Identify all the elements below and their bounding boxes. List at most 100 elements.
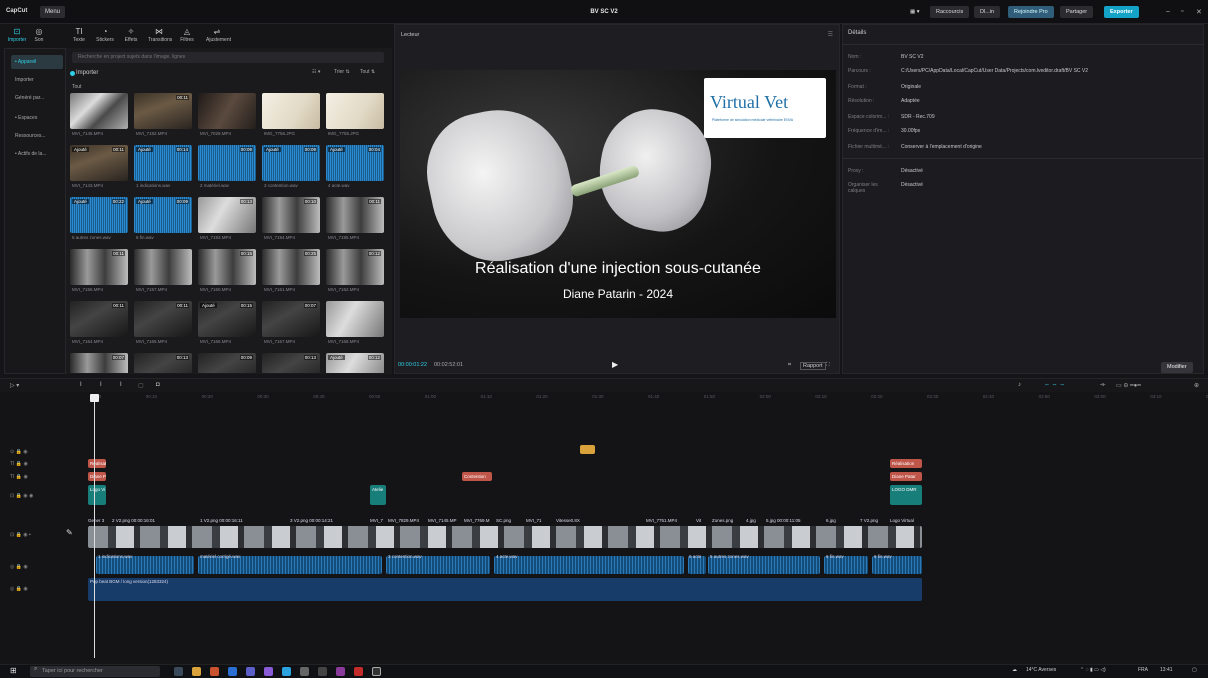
system-tray-icons[interactable]: ⌃ ◌ ▮ ▭ ◁) [1080, 667, 1106, 673]
text-clip[interactable]: Diane P [88, 472, 106, 481]
download-status[interactable]: Dl...in [974, 6, 1001, 18]
layout-icon[interactable]: ▦ ▾ [904, 6, 926, 18]
media-item[interactable]: 00:13MVI_7170.MP4 [134, 353, 192, 373]
sidebar-item-import[interactable]: Importer [11, 73, 63, 87]
tab-effects[interactable]: ✧ Effets [120, 27, 142, 43]
bgm-clip[interactable]: Pop beat BGM / long version(1283324) [88, 578, 922, 601]
app-icon[interactable] [210, 667, 219, 676]
media-item[interactable]: 00:15 MVI_7160.MP4 [198, 249, 256, 293]
media-search-input[interactable]: Recherche en project sujets dans l'image… [72, 52, 384, 63]
clock[interactable]: 13:41 [1160, 667, 1173, 673]
video-clip-label[interactable]: Zones.png [712, 518, 733, 523]
app-icon[interactable] [318, 667, 327, 676]
delete-icon[interactable]: ▢ [138, 382, 144, 389]
media-item[interactable]: IMG_7756.JPG [262, 93, 320, 137]
video-clip-label[interactable]: MVI_7751.MP4 [646, 518, 677, 523]
edit-cover-icon[interactable]: ✎ [66, 528, 73, 537]
view-mode-button[interactable]: ☷ ▾ [312, 69, 320, 75]
media-item[interactable]: Ajouté 00:09 3 contention.wav [262, 145, 320, 189]
minimize-icon[interactable]: – [1166, 8, 1170, 15]
video-clip-label[interactable]: 1 V2.png 00:00:16:11 [200, 518, 243, 523]
app-icon[interactable] [372, 667, 381, 676]
video-clip-label[interactable]: MVI_7829.MP4 [388, 518, 419, 523]
split-icon[interactable]: I [80, 382, 82, 388]
media-item[interactable]: 00:07MVI_7169.MP4 [70, 353, 128, 373]
video-clip-label[interactable]: 2 V2.png 00:00:16:01 [112, 518, 155, 523]
close-icon[interactable]: ✕ [1196, 8, 1202, 16]
video-clip-label[interactable]: 4.jpg [746, 518, 756, 523]
track-header-text[interactable]: TI 🔒 ◉ [10, 461, 28, 467]
media-item[interactable]: Ajouté 00:11 MVI_7143.MP4 [70, 145, 128, 189]
playhead[interactable] [94, 396, 95, 658]
video-clip-label[interactable]: 3 V2.png 00:00:14:21 [290, 518, 333, 523]
microphone-icon[interactable]: ♪ [1018, 382, 1021, 388]
export-button[interactable]: Exporter [1104, 6, 1139, 18]
video-clip-label[interactable]: 6.jpg [826, 518, 836, 523]
overlay-clip[interactable] [580, 445, 595, 454]
file-explorer-icon[interactable] [192, 667, 201, 676]
media-item[interactable]: Ajouté 00:14 1 indications.wav [134, 145, 192, 189]
media-item[interactable]: 00:09 2 matériel.wav [198, 145, 256, 189]
media-item[interactable]: Ajouté 00:04 4 acte.wav [326, 145, 384, 189]
sidebar-item-assets[interactable]: • Actifs de la... [11, 147, 63, 161]
layers-value[interactable]: Désactivé [901, 182, 923, 188]
media-item[interactable]: 00:11 MVI_7195.MP4 [326, 197, 384, 241]
app-icon[interactable] [336, 667, 345, 676]
text-clip[interactable]: Diane Patar [890, 472, 922, 481]
video-clip-label[interactable]: SC.png [496, 518, 511, 523]
audio-clip[interactable] [494, 556, 684, 574]
tab-audio[interactable]: ◎ Son [28, 27, 50, 43]
media-item[interactable]: 00:25 MVI_7161.MP4 [262, 249, 320, 293]
crop-icon[interactable]: ⌗ [788, 362, 791, 369]
tab-stickers[interactable]: ◔ Stickers [94, 27, 116, 43]
playhead-handle[interactable] [90, 394, 99, 402]
video-clip-label[interactable]: Gener 3 [88, 518, 104, 523]
track-header-overlay[interactable]: ⊙ 🔒 ◉ [10, 449, 28, 455]
video-clip-label[interactable]: MVI_71 [526, 518, 542, 523]
ratio-button[interactable]: Rapport [800, 362, 826, 370]
snap-icon[interactable]: ⟛ [1100, 382, 1105, 389]
modify-button[interactable]: Modifier [1161, 362, 1193, 373]
sidebar-item-device[interactable]: • Appareil [11, 55, 63, 69]
import-label[interactable]: Importer [76, 70, 98, 76]
shield-icon[interactable]: ◘ [156, 382, 160, 388]
track-header-main[interactable]: ⊡ 🔒 ◉ ▪ [10, 532, 31, 538]
app-icon[interactable] [282, 667, 291, 676]
text-clip[interactable]: Réalisat [88, 459, 106, 468]
weather-text[interactable]: 14°C Averses [1026, 667, 1056, 673]
media-item[interactable]: 00:13 MVI_7193.MP4 [198, 197, 256, 241]
media-item[interactable]: 00:13MVI_7172.MP4 [262, 353, 320, 373]
media-item[interactable]: MVI_7028.MP4 [198, 93, 256, 137]
media-item[interactable]: MVI_7168.MP4 [326, 301, 384, 345]
tab-text[interactable]: TI Texte [68, 27, 90, 43]
media-item[interactable]: Ajouté00:12MVI_7173.MP4 [326, 353, 384, 373]
sticker-clip[interactable]: LOGO DMR [890, 485, 922, 505]
taskbar-search-input[interactable]: Taper ici pour rechercher [30, 666, 160, 677]
split-right-icon[interactable]: I [120, 382, 122, 388]
app-icon[interactable] [264, 667, 273, 676]
zoom-slider[interactable]: ▭ ⊖ ━●━ [1116, 382, 1141, 389]
video-clip-label[interactable]: 5.jpg 00:00:11:05 [766, 518, 800, 523]
video-preview[interactable]: Virtual Vet Plateforme de simulation méd… [400, 70, 836, 318]
text-clip[interactable]: Contention [462, 472, 492, 481]
share-button[interactable]: Partager [1060, 6, 1094, 18]
zoom-fit-icon[interactable]: ⊕ [1194, 382, 1199, 389]
track-header-sticker[interactable]: ⊡ 🔒 ◉ ◉ [10, 493, 33, 499]
media-item[interactable]: 00:12 MVI_7162.MP4 [326, 249, 384, 293]
video-clip-label[interactable]: MVI_7769.M [464, 518, 490, 523]
sidebar-item-spaces[interactable]: • Espaces [11, 111, 63, 125]
media-item[interactable]: Ajouté 00:15 MVI_7166.MP4 [198, 301, 256, 345]
track-header-bgm[interactable]: ◎ 🔒 ◉ [10, 586, 28, 592]
media-item[interactable]: Ajouté 00:09 6 fin.wav [134, 197, 192, 241]
video-clip-label[interactable]: Logo Virtual [890, 518, 914, 523]
media-item[interactable]: IMG_7755.JPG [326, 93, 384, 137]
media-item[interactable]: MVI_7145.MP4 [70, 93, 128, 137]
split-left-icon[interactable]: I [100, 382, 102, 388]
timeline-ruler[interactable]: 00:0000:1000:2000:3000:4000:5001:0001:10… [80, 394, 1208, 404]
media-item[interactable]: 00:11 MVI_7156.MP4 [70, 249, 128, 293]
track-header-text2[interactable]: TI 🔒 ◉ [10, 474, 28, 480]
capcut-icon[interactable] [300, 667, 309, 676]
language-indicator[interactable]: FRA [1138, 667, 1148, 673]
media-item[interactable]: 00:11 MVI_7164.MP4 [70, 301, 128, 345]
video-clip-label[interactable]: MVI_7 [370, 518, 383, 523]
